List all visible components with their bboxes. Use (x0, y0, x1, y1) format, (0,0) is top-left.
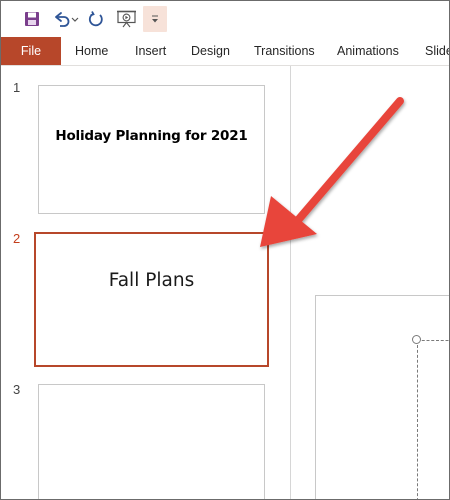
slide-number-3: 3 (13, 382, 21, 397)
resize-handle[interactable] (412, 335, 421, 344)
tab-transitions[interactable]: Transitions (254, 37, 315, 65)
quick-access-toolbar (1, 1, 449, 37)
slide-thumbnail-pane: 1 Holiday Planning for 2021 2 Fall Plans… (1, 66, 291, 499)
text-placeholder[interactable] (417, 340, 449, 499)
slide-number-1: 1 (13, 80, 21, 95)
present-from-beginning-icon (117, 10, 136, 28)
tab-home[interactable]: Home (75, 37, 108, 65)
present-from-beginning-button[interactable] (113, 6, 141, 32)
tab-design[interactable]: Design (191, 37, 230, 65)
customize-toolbar-icon (152, 15, 158, 23)
slide-thumbnail-2[interactable]: Fall Plans (34, 232, 269, 367)
slide-thumbnail-3[interactable] (38, 384, 265, 499)
save-button[interactable] (19, 6, 45, 32)
redo-icon (88, 11, 103, 27)
undo-icon (55, 12, 79, 27)
slide-number-2: 2 (13, 231, 21, 246)
redo-button[interactable] (84, 6, 108, 32)
undo-button[interactable] (49, 6, 81, 32)
tab-slide-show[interactable]: Slide (425, 37, 449, 65)
slide-thumbnail-1[interactable]: Holiday Planning for 2021 (38, 85, 265, 214)
slide-2-title: Fall Plans (108, 270, 195, 291)
powerpoint-window: File Home Insert Design Transitions Anim… (0, 0, 450, 500)
tab-animations[interactable]: Animations (337, 37, 399, 65)
tab-insert[interactable]: Insert (135, 37, 166, 65)
ribbon-tab-bar: File Home Insert Design Transitions Anim… (1, 37, 449, 66)
slide-1-title: Holiday Planning for 2021 (55, 128, 248, 144)
tab-file[interactable]: File (1, 37, 61, 65)
customize-toolbar-button[interactable] (143, 6, 167, 32)
save-icon (25, 12, 39, 26)
